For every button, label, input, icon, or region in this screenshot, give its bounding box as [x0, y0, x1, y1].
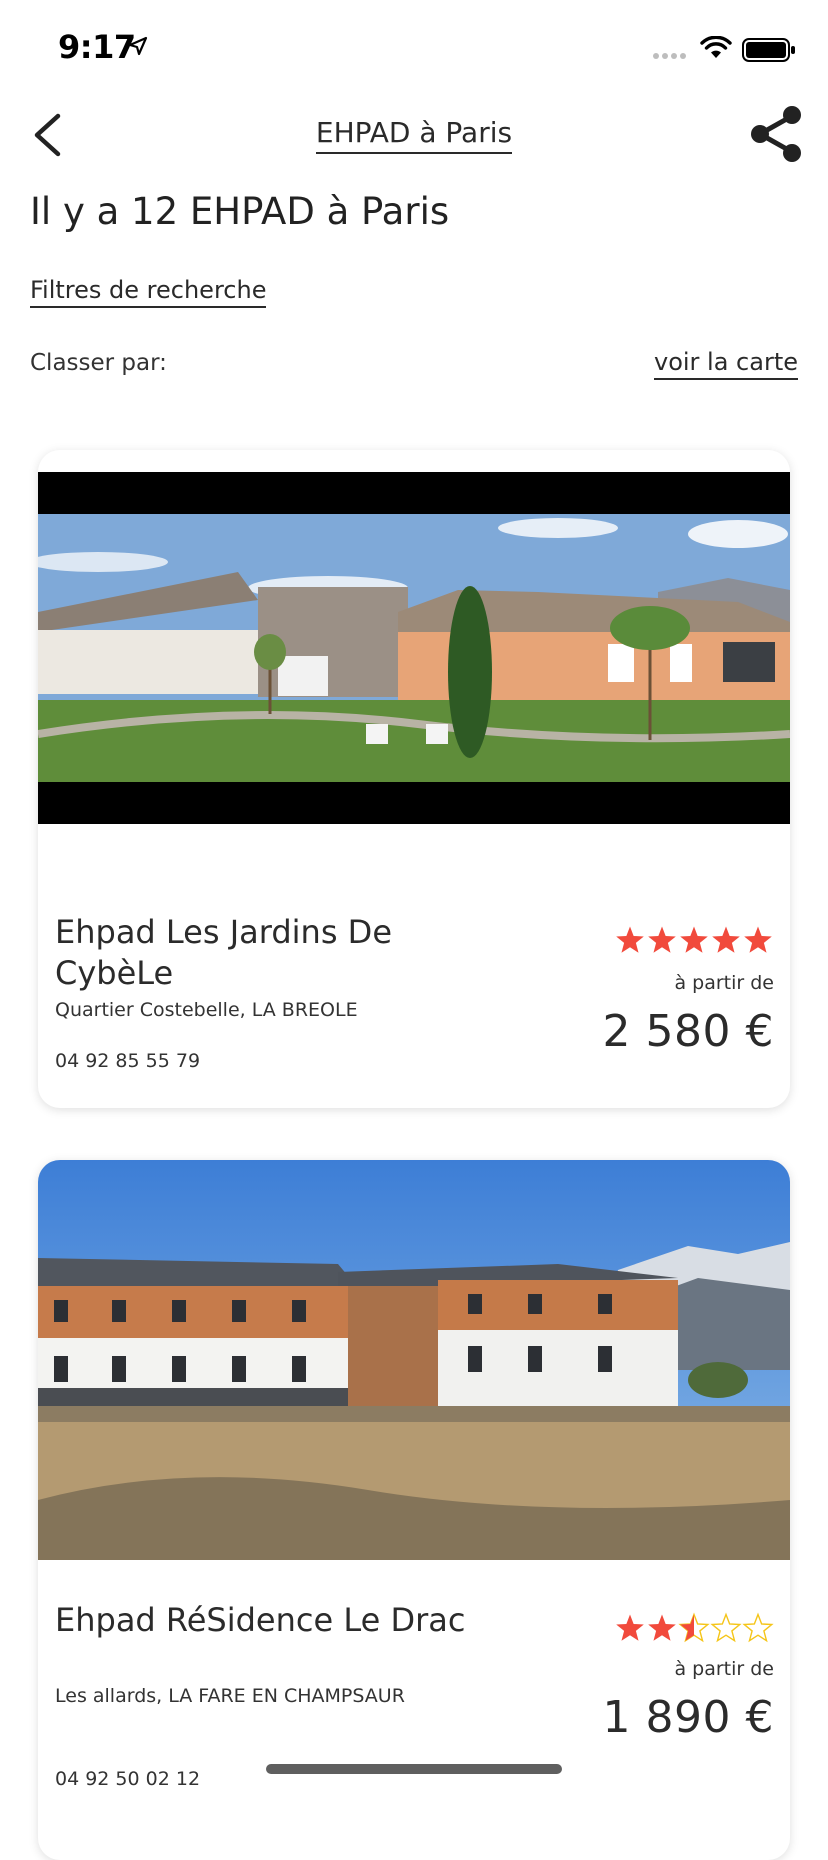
search-filters-link[interactable]: Filtres de recherche	[30, 276, 267, 308]
star-rating	[616, 926, 772, 953]
star-icon	[712, 926, 740, 953]
star-rating	[616, 1612, 774, 1643]
view-map-link[interactable]: voir la carte	[654, 348, 798, 380]
listing-price: 1 890 €	[602, 1692, 774, 1743]
signal-icon	[653, 53, 686, 59]
nav-title-text: EHPAD à Paris	[315, 116, 513, 154]
listing-photo[interactable]	[38, 472, 790, 824]
listing-card[interactable]: Ehpad Les Jardins De CybèLe Quartier Cos…	[38, 450, 790, 1108]
price-from-label: à partir de	[674, 1658, 774, 1680]
listing-card[interactable]: Ehpad RéSidence Le Drac Les allards, LA …	[38, 1160, 790, 1860]
listing-price: 2 580 €	[602, 1006, 774, 1057]
home-indicator	[266, 1764, 562, 1774]
star-icon	[678, 1612, 710, 1643]
nav-title: EHPAD à Paris	[0, 116, 828, 154]
listing-phone[interactable]: 04 92 50 02 12	[55, 1768, 200, 1790]
listing-address: Quartier Costebelle, LA BREOLE	[55, 999, 358, 1021]
star-icon	[680, 926, 708, 953]
star-icon	[744, 926, 772, 953]
listing-address: Les allards, LA FARE EN CHAMPSAUR	[55, 1685, 405, 1707]
listing-photo[interactable]	[38, 1160, 790, 1560]
star-icon	[710, 1612, 742, 1643]
wifi-icon	[700, 36, 732, 58]
listing-name[interactable]: Ehpad RéSidence Le Drac	[55, 1600, 475, 1641]
listing-name[interactable]: Ehpad Les Jardins De CybèLe	[55, 912, 475, 994]
status-time: 9:17	[58, 28, 136, 66]
location-arrow-icon	[128, 36, 148, 56]
star-icon	[616, 1614, 644, 1641]
star-icon	[648, 926, 676, 953]
star-icon	[648, 1614, 676, 1641]
results-headline: Il y a 12 EHPAD à Paris	[30, 190, 450, 233]
star-icon	[616, 926, 644, 953]
price-from-label: à partir de	[674, 972, 774, 994]
listing-phone[interactable]: 04 92 85 55 79	[55, 1050, 200, 1072]
star-icon	[742, 1612, 774, 1643]
status-bar: 9:17	[0, 0, 828, 100]
battery-icon	[742, 38, 795, 62]
sort-by-label[interactable]: Classer par:	[30, 350, 167, 376]
share-icon[interactable]	[748, 104, 806, 164]
